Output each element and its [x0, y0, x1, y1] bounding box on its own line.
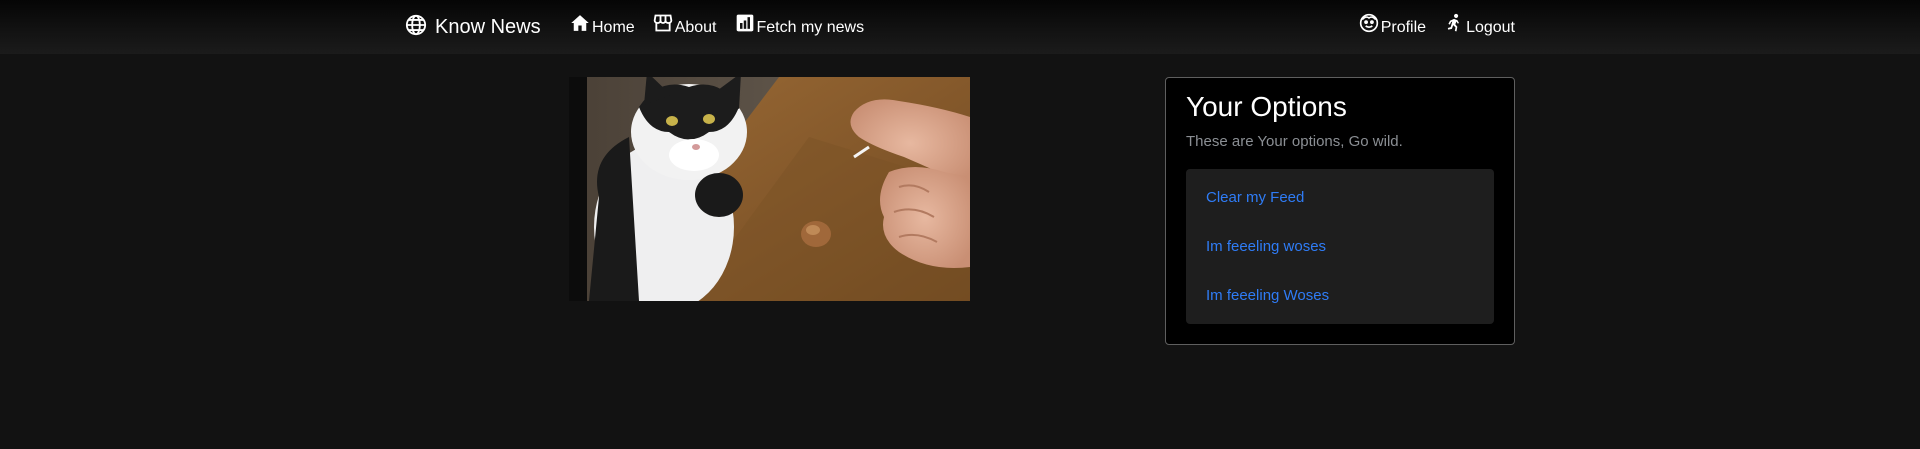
nav-right-links: Profile Logout — [1341, 13, 1515, 42]
smiley-icon — [1359, 13, 1381, 42]
options-card: Your Options These are Your options, Go … — [1165, 77, 1515, 345]
nav-fetch-news-label: Fetch my news — [756, 18, 865, 36]
cat-gif-image — [569, 77, 970, 301]
bar-chart-icon — [735, 13, 757, 42]
nav-about-link[interactable]: About — [653, 13, 717, 42]
globe-icon — [405, 14, 427, 41]
options-card-title: Your Options — [1186, 91, 1347, 122]
nav-profile-label: Profile — [1380, 18, 1427, 36]
nav-logout-link[interactable]: Logout — [1444, 13, 1515, 42]
list-item: Clear my Feed — [1186, 173, 1494, 222]
running-person-icon — [1444, 13, 1466, 42]
list-item: Im feeeling Woses — [1186, 271, 1494, 320]
feeling-woses-link[interactable]: Im feeeling woses — [1206, 238, 1326, 255]
nav-links: Home About Fetch my news — [570, 13, 882, 42]
feeling-woses-capital-link[interactable]: Im feeeling Woses — [1206, 287, 1329, 304]
nav-profile-link[interactable]: Profile — [1359, 13, 1426, 42]
brand-name: Know News — [435, 16, 541, 38]
brand-link[interactable]: Know News — [405, 12, 541, 42]
nav-logout-label: Logout — [1466, 18, 1515, 36]
nav-home-link[interactable]: Home — [570, 13, 635, 42]
store-icon — [653, 13, 675, 42]
home-icon — [570, 13, 592, 42]
options-list: Clear my Feed Im feeeling woses Im feeel… — [1186, 169, 1494, 324]
navbar-container: Know News Home About Fetch my news Profi… — [405, 0, 1515, 54]
nav-fetch-news-link[interactable]: Fetch my news — [735, 13, 865, 42]
list-item: Im feeeling woses — [1186, 222, 1494, 271]
options-card-subtitle: These are Your options, Go wild. — [1186, 133, 1403, 150]
top-navbar: Know News Home About Fetch my news Profi… — [0, 0, 1920, 54]
nav-about-label: About — [674, 18, 717, 36]
clear-feed-link[interactable]: Clear my Feed — [1206, 189, 1304, 206]
nav-home-label: Home — [592, 18, 635, 36]
